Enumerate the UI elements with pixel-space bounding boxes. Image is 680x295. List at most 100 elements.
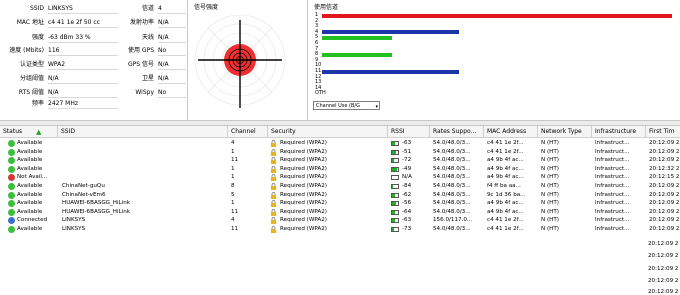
column-header-first-tim[interactable]: First Tim bbox=[646, 126, 680, 138]
column-header-rates-suppo[interactable]: Rates Suppo... bbox=[430, 126, 484, 138]
cell-security: Required (WPA2) bbox=[280, 200, 327, 207]
info-value: N/A bbox=[158, 19, 169, 26]
column-header-label: Infrastructure bbox=[595, 128, 637, 135]
cell-channel: 4 bbox=[231, 217, 235, 224]
column-header-label: MAC Address bbox=[487, 128, 527, 135]
cell-first-time: 20:12:09 2 bbox=[648, 253, 679, 259]
table-row[interactable]: Not Avail... 1 Required (WPA2) N/A 54.0/48.0… bbox=[0, 173, 680, 182]
channel-usage-bar bbox=[322, 35, 392, 40]
cell-network-type: N (HT) bbox=[541, 140, 559, 146]
table-row[interactable]: Available ChinaNet-vEm6 5 Required (WPA2) -6… bbox=[0, 191, 680, 200]
cell-rates: 54.0/48.0/3... bbox=[433, 191, 471, 198]
divider-line bbox=[48, 55, 118, 56]
cell-first-time: 20:12:09 2 bbox=[649, 183, 680, 189]
status-icon bbox=[8, 148, 15, 156]
cell-ssid bbox=[62, 139, 227, 148]
signal-bar bbox=[391, 218, 399, 224]
signal-bar-fill bbox=[392, 210, 395, 214]
info-key: 卫星 bbox=[141, 75, 154, 82]
cell-infrastructure: Infrastruct... bbox=[595, 140, 630, 146]
table-row[interactable]: Available HUAWEI-6BASGG_HiLink 1 Required (… bbox=[0, 199, 680, 208]
column-header-infrastructure[interactable]: Infrastructure bbox=[592, 126, 646, 138]
cell-infrastructure: Infrastruct... bbox=[595, 208, 630, 215]
cell-mac: c4 41 1e 2f... bbox=[487, 217, 524, 224]
cell-rates: 54.0/48.0/3... bbox=[433, 140, 471, 146]
signal-strength-panel: 信号强度 bbox=[188, 0, 308, 120]
cell-ssid bbox=[62, 156, 227, 165]
status-icon bbox=[8, 200, 15, 208]
cell-mac: f4 ff ba aa... bbox=[487, 183, 521, 189]
column-header-label: Rates Suppo... bbox=[433, 128, 477, 135]
channel-use-select[interactable]: Channel Use (B/G ▾ bbox=[313, 101, 380, 110]
column-header-network-type[interactable]: Network Type bbox=[538, 126, 592, 138]
cell-security: Required (WPA2) bbox=[280, 174, 327, 181]
cell-security: Required (WPA2) bbox=[280, 183, 327, 189]
signal-bar-fill bbox=[392, 185, 394, 188]
column-header-security[interactable]: Security bbox=[268, 126, 388, 138]
table-row[interactable]: Available HUAWEI-6BASGG_HiLink 11 Required … bbox=[0, 208, 680, 217]
cell-security: Required (WPA2) bbox=[280, 165, 327, 172]
column-header-status[interactable]: Status ▲ bbox=[0, 126, 58, 138]
info-row-right: 天线 N/A bbox=[0, 33, 188, 43]
lock-icon bbox=[270, 217, 277, 225]
cell-infrastructure: Infrastruct... bbox=[595, 226, 630, 232]
cell-network-type: N (HT) bbox=[541, 165, 559, 172]
channel-usage-bar bbox=[322, 52, 392, 57]
signal-bar-fill bbox=[392, 193, 395, 197]
column-header-channel[interactable]: Channel bbox=[228, 126, 268, 138]
info-row-left: 频率 2427 MHz bbox=[0, 99, 188, 109]
cell-channel: 11 bbox=[231, 208, 239, 215]
cell-channel: 5 bbox=[231, 191, 235, 198]
signal-bar bbox=[391, 141, 399, 146]
cell-rssi: -84 bbox=[402, 183, 412, 189]
cell-channel: 1 bbox=[231, 200, 235, 207]
table-row[interactable]: Available ChinaNet-guQu 8 Required (WPA2) -8… bbox=[0, 182, 680, 191]
status-icon bbox=[8, 157, 15, 165]
divider-line bbox=[48, 69, 118, 70]
table-row[interactable]: Available 1 Required (WPA2) -49 54.0/48.0/3.… bbox=[0, 165, 680, 174]
column-header-ssid[interactable]: SSID bbox=[58, 126, 228, 138]
column-header-label: Security bbox=[271, 128, 296, 135]
cell-ssid: LINKSYS bbox=[62, 217, 86, 224]
chevron-down-icon[interactable]: ▾ bbox=[375, 103, 378, 111]
status-icon bbox=[8, 208, 15, 216]
divider-line bbox=[48, 27, 118, 28]
cell-rssi: -64 bbox=[402, 208, 412, 215]
divider-line bbox=[48, 97, 118, 98]
column-header-rssi[interactable]: RSSI bbox=[388, 126, 430, 138]
cell-security: Required (WPA2) bbox=[280, 208, 327, 215]
column-header-label: Network Type bbox=[541, 128, 582, 135]
column-header-mac-address[interactable]: MAC Address bbox=[484, 126, 538, 138]
cell-infrastructure: Infrastruct... bbox=[595, 165, 630, 172]
status-icon bbox=[8, 183, 15, 190]
cell-rates: 54.0/48.0/3... bbox=[433, 200, 471, 207]
cell-first-time: 20:12:09 2 bbox=[649, 208, 680, 215]
cell-rssi: N/A bbox=[402, 174, 412, 181]
info-key: 频率 bbox=[31, 100, 44, 107]
cell-rssi: -56 bbox=[402, 200, 412, 207]
cell-first-time: 20:12:09 2 bbox=[649, 157, 680, 164]
table-row[interactable]: Connected LINKSYS 4 Required (WPA2) -63 156.0… bbox=[0, 216, 680, 225]
signal-bar bbox=[391, 175, 399, 181]
table-row[interactable]: Available 1 Required (WPA2) -51 54.0/48.0/3.… bbox=[0, 148, 680, 157]
cell-network-type: N (HT) bbox=[541, 226, 559, 232]
info-value: No bbox=[158, 89, 167, 96]
cell-infrastructure: Infrastruct... bbox=[595, 148, 630, 155]
table-row[interactable]: Available 11 Required (WPA2) -72 54.0/48.0/3… bbox=[0, 156, 680, 165]
cell-mac: a4 9b 4f ac... bbox=[487, 157, 524, 164]
cell-ssid bbox=[62, 148, 227, 157]
cell-first-time: 20:12:09 2 bbox=[648, 289, 679, 295]
table-row[interactable]: Available LINKSYS 11 Required (WPA2) -73 54.0… bbox=[0, 225, 680, 234]
table-row[interactable]: Available 4 Required (WPA2) -63 54.0/48.0/3.… bbox=[0, 139, 680, 148]
info-row-right: 使用 GPS No bbox=[0, 46, 188, 56]
cell-rssi: -49 bbox=[402, 165, 412, 172]
column-header-label: Channel bbox=[231, 128, 256, 135]
cell-network-type: N (HT) bbox=[541, 183, 559, 189]
cell-rssi: -63 bbox=[402, 217, 412, 224]
cell-first-time: 20:12:09 2 bbox=[649, 226, 680, 232]
status-icon bbox=[8, 140, 15, 147]
cell-ssid bbox=[62, 173, 227, 182]
column-header-label: First Tim bbox=[649, 128, 675, 135]
cell-network-type: N (HT) bbox=[541, 191, 559, 198]
divider-line bbox=[48, 108, 118, 109]
